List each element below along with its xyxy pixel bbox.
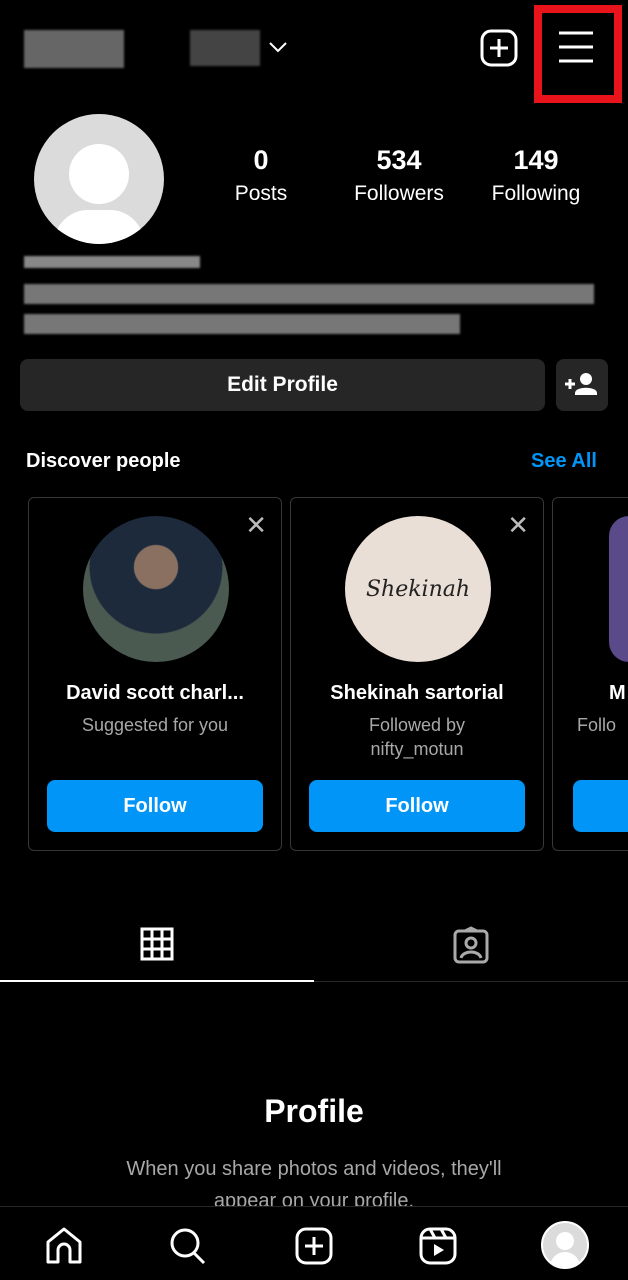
following-label: Following	[491, 182, 581, 205]
close-icon[interactable]: ✕	[245, 510, 267, 541]
bio-redacted	[24, 314, 460, 334]
plus-square-icon[interactable]	[480, 29, 518, 67]
follow-button[interactable]: Follow	[47, 780, 263, 832]
bio-redacted	[24, 256, 200, 268]
suggestion-card: ✕ Shekinah Shekinah sartorial Followed b…	[290, 497, 544, 851]
bio-redacted	[24, 284, 594, 304]
hamburger-menu-icon[interactable]	[558, 30, 594, 64]
empty-title: Profile	[264, 1093, 364, 1129]
username-redacted	[24, 30, 124, 68]
suggestion-reason: Followed by nifty_motun	[368, 715, 466, 759]
grid-icon[interactable]	[140, 927, 174, 961]
stat-followers[interactable]: 534 Followers	[334, 145, 464, 206]
create-icon[interactable]	[294, 1226, 334, 1266]
add-person-icon	[565, 373, 597, 395]
suggestion-name[interactable]: David scott charl...	[29, 682, 281, 705]
suggestion-card: ✕ David scott charl... Suggested for you…	[28, 497, 282, 851]
profile-avatar[interactable]	[541, 1221, 589, 1269]
posts-count: 0	[253, 145, 269, 175]
suggestion-avatar[interactable]: Shekinah	[345, 516, 491, 662]
chevron-down-icon[interactable]	[268, 40, 288, 54]
discover-people-button[interactable]	[556, 359, 608, 411]
follow-button[interactable]: Follow	[309, 780, 525, 832]
follow-button[interactable]	[573, 780, 628, 832]
search-icon[interactable]	[168, 1226, 208, 1266]
edit-profile-button[interactable]: Edit Profile	[20, 359, 545, 411]
followers-label: Followers	[354, 182, 444, 205]
username-redacted	[190, 30, 260, 66]
reels-icon[interactable]	[418, 1226, 458, 1266]
stat-following[interactable]: 149 Following	[471, 145, 601, 206]
suggestion-avatar[interactable]	[83, 516, 229, 662]
suggestion-avatar[interactable]	[609, 516, 628, 662]
tab-divider	[314, 981, 628, 982]
suggestion-name[interactable]: Shekinah sartorial	[291, 682, 543, 705]
stat-posts[interactable]: 0 Posts	[196, 145, 326, 206]
following-count: 149	[513, 145, 559, 175]
suggestion-reason: Follo	[577, 715, 617, 735]
see-all-link[interactable]: See All	[531, 450, 597, 473]
suggestion-card: M Follo	[552, 497, 628, 851]
posts-label: Posts	[234, 182, 288, 205]
tab-underline-active	[0, 980, 314, 982]
discover-title: Discover people	[26, 450, 181, 472]
close-icon[interactable]: ✕	[507, 510, 529, 541]
home-icon[interactable]	[44, 1226, 84, 1266]
tagged-person-icon[interactable]	[453, 926, 489, 964]
suggestion-name[interactable]: M	[553, 682, 628, 705]
followers-count: 534	[376, 145, 422, 175]
suggestion-reason: Suggested for you	[81, 715, 229, 735]
profile-avatar[interactable]	[34, 114, 164, 244]
